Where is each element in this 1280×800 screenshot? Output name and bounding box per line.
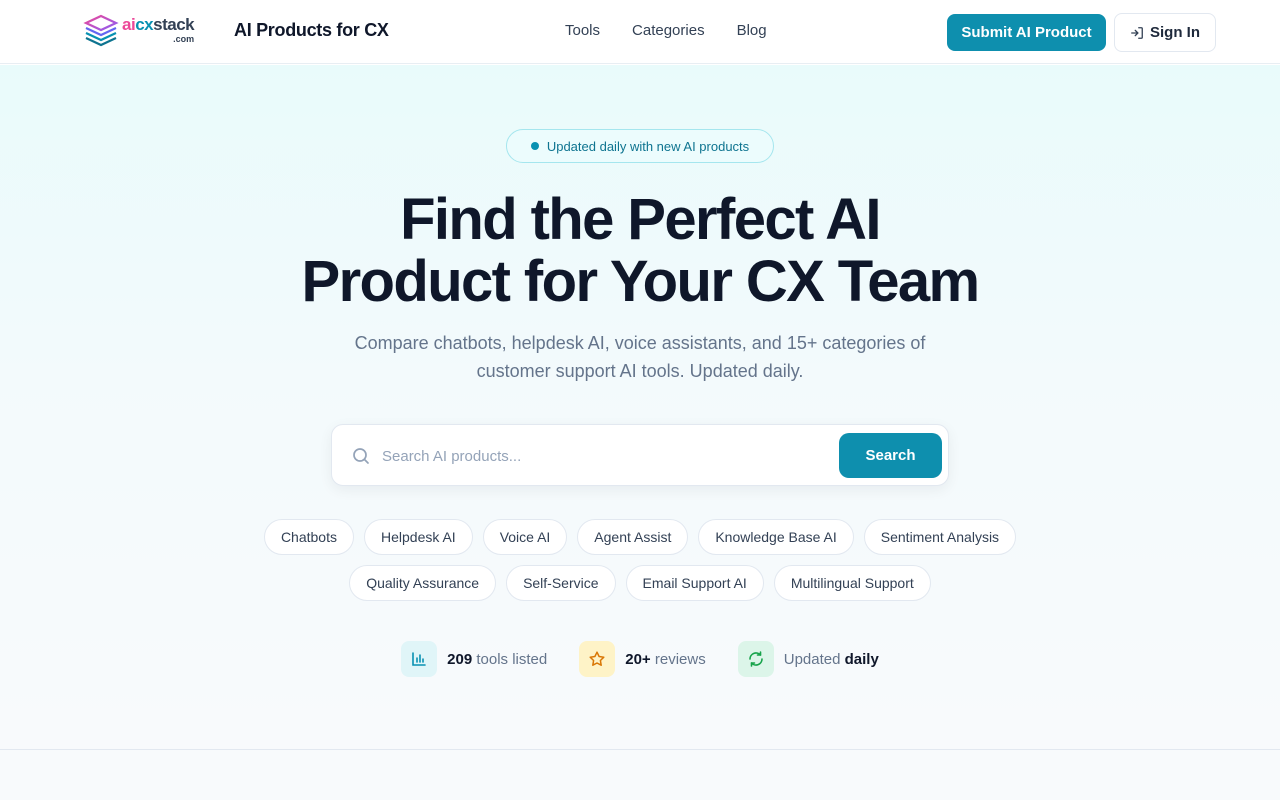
refresh-icon — [737, 641, 774, 677]
hero-subtitle-line1: Compare chatbots, helpdesk AI, voice ass… — [354, 333, 926, 353]
category-chip-self-service[interactable]: Self-Service — [506, 565, 616, 601]
search-button[interactable]: Search — [839, 433, 942, 478]
star-icon — [579, 641, 616, 677]
tools-label: tools listed — [476, 650, 548, 668]
nav-tools[interactable]: Tools — [565, 22, 600, 39]
next-section — [0, 749, 1280, 800]
category-chip-voice-ai[interactable]: Voice AI — [482, 519, 568, 555]
updated-label: Updated — [783, 650, 841, 668]
hero-subtitle-line2: customer support AI tools. Updated daily… — [476, 361, 804, 381]
logo-link[interactable]: aicxstack .com — [82, 12, 200, 52]
search-box: Search — [331, 424, 949, 486]
category-chip-chatbots[interactable]: Chatbots — [263, 519, 354, 555]
updated-badge: Updated daily with new AI products — [506, 129, 774, 163]
site-header: aicxstack .com AI Products for CX Tools … — [0, 0, 1280, 64]
category-chip-helpdesk-ai[interactable]: Helpdesk AI — [363, 519, 473, 555]
hero-subtitle: Compare chatbots, helpdesk AI, voice ass… — [330, 329, 950, 385]
logo-wordmark: aicxstack .com — [122, 15, 195, 44]
hero-title-line2: Product for Your CX Team — [301, 249, 980, 314]
category-chips-row-2: Quality Assurance Self-Service Email Sup… — [0, 565, 1280, 601]
stat-updated: Updated daily — [737, 641, 879, 677]
main-nav: Tools Categories Blog — [565, 22, 799, 39]
sign-in-button[interactable]: Sign In — [1114, 13, 1216, 52]
stats-bar: 209 tools listed 20+ reviews Updated dai… — [0, 641, 1280, 677]
category-chip-multilingual-support[interactable]: Multilingual Support — [773, 565, 931, 601]
sign-in-label: Sign In — [1150, 24, 1200, 41]
search-icon — [353, 448, 369, 464]
category-chip-sentiment-analysis[interactable]: Sentiment Analysis — [863, 519, 1017, 555]
reviews-count: 20+ — [625, 650, 651, 668]
status-dot — [530, 142, 539, 150]
category-chip-email-support-ai[interactable]: Email Support AI — [625, 565, 764, 601]
hero-section: Updated daily with new AI products Find … — [0, 65, 1280, 749]
category-chip-quality-assurance[interactable]: Quality Assurance — [349, 565, 497, 601]
hero-title-line1: Find the Perfect AI — [400, 187, 881, 252]
site-title: AI Products for CX — [234, 20, 389, 40]
stat-reviews: 20+ reviews — [579, 641, 706, 677]
nav-blog[interactable]: Blog — [737, 22, 767, 39]
updated-value: daily — [844, 650, 879, 668]
search-input[interactable] — [382, 437, 822, 475]
bar-chart-icon — [401, 641, 438, 677]
category-chips-row-1: Chatbots Helpdesk AI Voice AI Agent Assi… — [0, 519, 1280, 555]
sign-in-icon — [1131, 26, 1143, 39]
badge-text: Updated daily with new AI products — [546, 138, 750, 154]
nav-categories[interactable]: Categories — [632, 22, 705, 39]
tools-count: 209 — [447, 650, 473, 668]
submit-ai-product-button[interactable]: Submit AI Product — [947, 14, 1106, 51]
hero-title: Find the Perfect AI Product for Your CX … — [240, 189, 1040, 313]
stat-tools: 209 tools listed — [401, 641, 547, 677]
reviews-label: reviews — [654, 650, 706, 668]
category-chip-agent-assist[interactable]: Agent Assist — [577, 519, 689, 555]
category-chip-knowledge-base-ai[interactable]: Knowledge Base AI — [698, 519, 854, 555]
logo-mark-icon — [83, 14, 119, 47]
